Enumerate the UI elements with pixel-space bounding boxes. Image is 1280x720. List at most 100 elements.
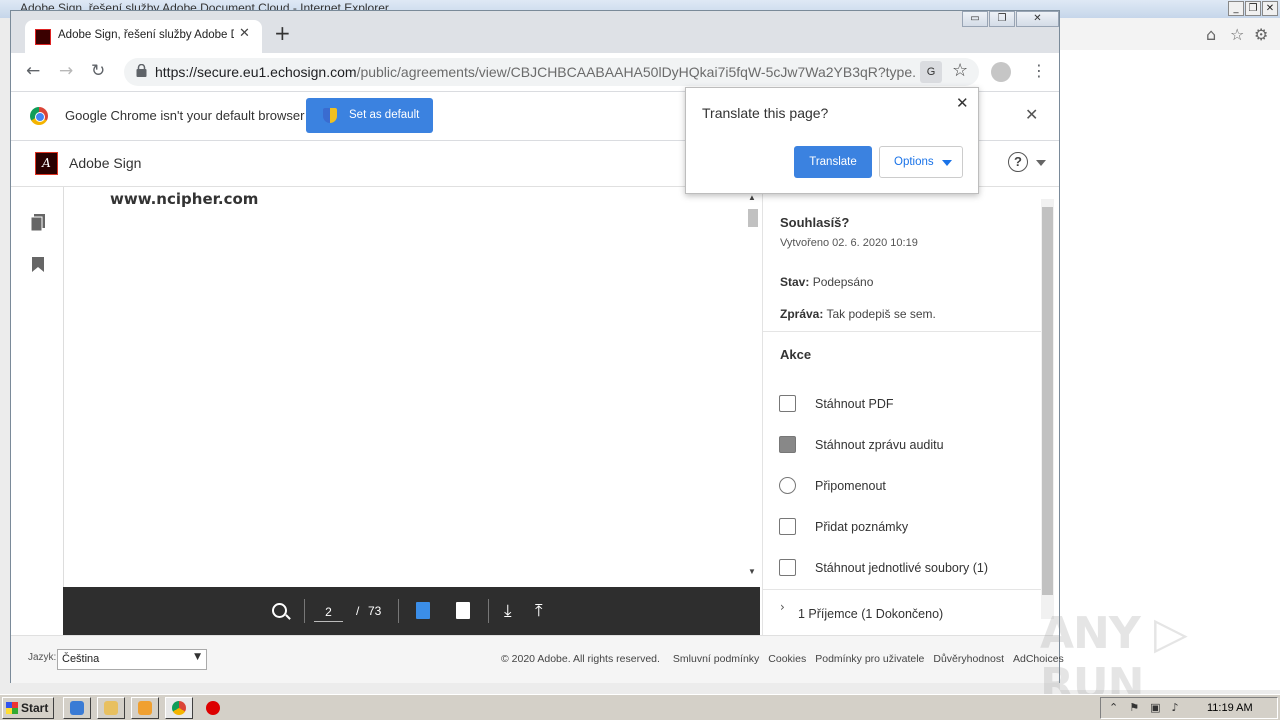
windows-flag-icon	[6, 702, 18, 714]
agreement-details-panel: Souhlasíš? Vytvořeno 02. 6. 2020 10:19 S…	[762, 187, 1042, 635]
language-select[interactable]: Čeština ▼	[57, 649, 207, 670]
adobe-sign-logo-icon: A	[35, 152, 58, 175]
chevron-down-icon: ▼	[194, 652, 201, 662]
action-label: Stáhnout PDF	[815, 397, 894, 411]
action-download-audit[interactable]: Stáhnout zprávu auditu	[777, 434, 1037, 458]
translate-button[interactable]: Translate	[794, 146, 872, 178]
chevron-down-icon	[942, 160, 952, 166]
chevron-down-icon[interactable]	[1036, 160, 1046, 166]
action-add-notes[interactable]: Přidat poznámky	[777, 516, 1037, 540]
translate-popup: Translate this page? ✕ Translate Options	[685, 87, 979, 194]
window-close-button[interactable]: ✕	[1016, 11, 1059, 27]
url-text[interactable]: https://secure.eu1.echosign.com/public/a…	[155, 64, 915, 80]
tray-icons[interactable]: ⌃⚑▣♪	[1109, 701, 1190, 714]
taskbar-media-icon[interactable]	[131, 697, 159, 719]
chrome-logo-icon	[30, 107, 48, 125]
action-download-files[interactable]: Stáhnout jednotlivé soubory (1)	[777, 557, 1037, 581]
profile-avatar-icon[interactable]	[991, 62, 1011, 82]
address-bar[interactable]: https://secure.eu1.echosign.com/public/a…	[124, 58, 979, 86]
minimize-button[interactable]: ▭	[962, 11, 988, 27]
recipients-toggle[interactable]: 1 Příjemce (1 Dokončeno)	[798, 607, 943, 621]
agreement-message: Zpráva: Tak podepiš se sem.	[780, 307, 936, 321]
back-arrow-icon[interactable]: ←	[26, 61, 40, 81]
browser-tab-adobe-sign[interactable]: Adobe Sign, řešení služby Adobe Do ✕	[25, 20, 262, 53]
set-as-default-button[interactable]: Set as default	[306, 98, 433, 133]
panel-scrollbar[interactable]	[1041, 199, 1054, 619]
footer-link-user-terms[interactable]: Podmínky pro uživatele	[815, 653, 924, 665]
toolbar-divider	[488, 599, 489, 623]
toolbar-divider	[304, 599, 305, 623]
page-number-input[interactable]	[314, 602, 343, 622]
start-button[interactable]: Start	[2, 697, 54, 719]
document-scrollbar[interactable]: ▲ ▼	[746, 187, 760, 587]
restore-button[interactable]: ❐	[989, 11, 1015, 27]
ie-minimize-button[interactable]: _	[1228, 1, 1244, 16]
tab-title: Adobe Sign, řešení služby Adobe Do	[58, 29, 234, 41]
gear-icon[interactable]: ⚙	[1254, 25, 1268, 44]
action-remind[interactable]: Připomenout	[777, 475, 1037, 499]
uac-shield-icon	[323, 108, 337, 123]
help-icon[interactable]: ?	[1008, 152, 1028, 172]
action-download-pdf[interactable]: Stáhnout PDF	[777, 393, 1037, 417]
fit-width-icon[interactable]	[416, 602, 430, 619]
forward-arrow-icon[interactable]: →	[59, 61, 73, 81]
download-icon[interactable]: ⤓	[504, 601, 512, 621]
taskbar-ie-icon[interactable]	[63, 697, 91, 719]
lock-icon	[136, 64, 147, 77]
media-player-icon	[138, 701, 152, 715]
stop-icon	[206, 701, 220, 715]
translate-popup-title: Translate this page?	[702, 105, 829, 121]
scroll-down-arrow-icon[interactable]: ▼	[748, 567, 756, 576]
copyright-text: © 2020 Adobe. All rights reserved.	[501, 653, 660, 665]
footer-link-terms[interactable]: Smluvní podmínky	[673, 653, 759, 665]
options-label: Options	[894, 156, 934, 168]
reload-icon[interactable]: ↻	[91, 61, 105, 81]
home-icon[interactable]: ⌂	[1206, 25, 1216, 44]
clock: 11:19 AM	[1207, 702, 1253, 714]
taskbar-explorer-icon[interactable]	[97, 697, 125, 719]
star-icon[interactable]: ☆	[1230, 25, 1244, 44]
scroll-up-arrow-icon[interactable]: ▲	[748, 193, 756, 202]
bookmark-icon[interactable]	[32, 257, 44, 272]
ie-icon	[70, 701, 84, 715]
chrome-menu-icon[interactable]: ⋮	[1031, 61, 1047, 80]
scroll-thumb[interactable]	[748, 209, 758, 227]
action-label: Přidat poznámky	[815, 520, 909, 534]
ie-restore-button[interactable]: ❐	[1245, 1, 1261, 16]
document-text: www.ncipher.com	[110, 190, 259, 208]
ie-close-button[interactable]: ✕	[1262, 1, 1278, 16]
action-label: Připomenout	[815, 479, 886, 493]
system-tray: ⌃⚑▣♪ 11:19 AM	[1100, 697, 1278, 719]
options-button[interactable]: Options	[879, 146, 963, 178]
page-separator: /	[356, 604, 360, 618]
translate-icon[interactable]: G	[920, 61, 942, 83]
bookmark-star-icon[interactable]: ☆	[952, 60, 968, 81]
footer-link-trust[interactable]: Důvěryhodnost	[933, 653, 1004, 665]
taskbar: Start ⌃⚑▣♪ 11:19 AM	[0, 694, 1280, 720]
taskbar-chrome-icon[interactable]	[165, 697, 193, 719]
document-viewer[interactable]: www.ncipher.com	[63, 187, 760, 587]
page-total: 73	[368, 604, 382, 618]
footer-link-cookies[interactable]: Cookies	[768, 653, 806, 665]
infobar-close-icon[interactable]: ✕	[1025, 105, 1038, 124]
divider	[763, 331, 1041, 332]
taskbar-stop-icon[interactable]	[199, 697, 227, 719]
pages-icon[interactable]	[31, 214, 45, 231]
scroll-thumb[interactable]	[1042, 207, 1053, 595]
start-label: Start	[21, 701, 49, 715]
close-icon[interactable]: ✕	[956, 94, 969, 112]
download-files-icon	[779, 559, 796, 576]
document-toolbar: / 73 ⤓ ⤒	[63, 587, 760, 635]
new-tab-button[interactable]: +	[274, 23, 291, 43]
upload-icon[interactable]: ⤒	[535, 601, 543, 621]
chevron-right-icon[interactable]: ›	[780, 600, 785, 614]
chrome-window-controls: ▭ ❐ ✕	[962, 11, 1060, 27]
browser-toolbar: ← → ↻ https://secure.eu1.echosign.com/pu…	[11, 53, 1059, 91]
language-label: Jazyk:	[28, 652, 57, 663]
agreement-status: Stav: Podepsáno	[780, 275, 874, 289]
tab-close-icon[interactable]: ✕	[239, 26, 250, 41]
fit-page-icon[interactable]	[456, 602, 470, 619]
action-label: Stáhnout zprávu auditu	[815, 438, 944, 452]
zoom-search-icon[interactable]	[272, 603, 287, 618]
note-icon	[779, 518, 796, 535]
